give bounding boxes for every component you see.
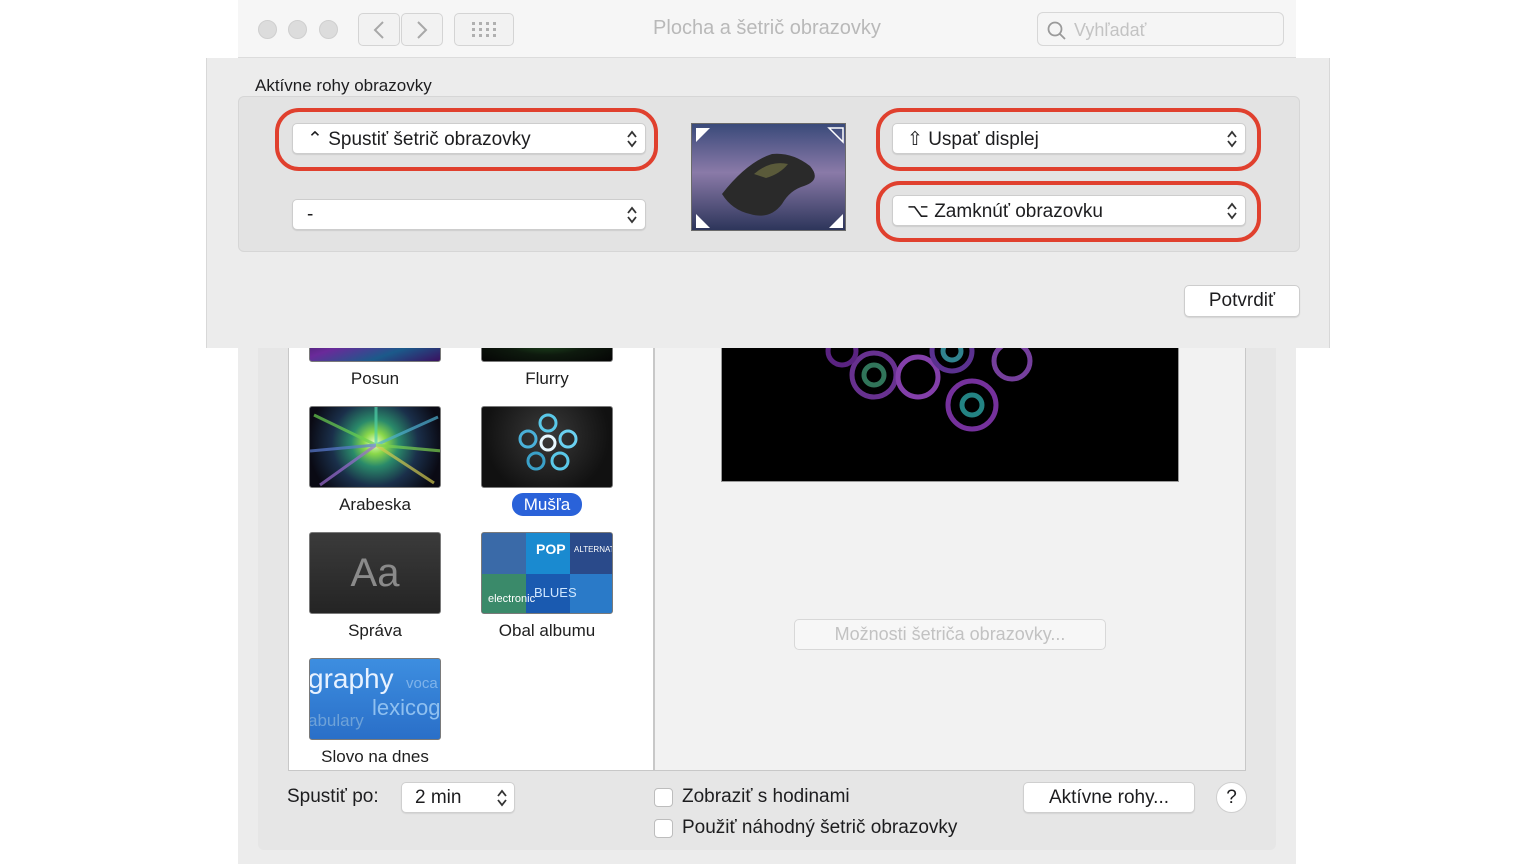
thumb-arabeska[interactable]: [309, 406, 441, 488]
island-wallpaper-icon: [692, 124, 845, 230]
start-after-value: 2 min: [415, 787, 462, 808]
screensaver-options-button[interactable]: Možnosti šetriča obrazovky...: [794, 619, 1106, 650]
shell-pattern-icon: [518, 413, 578, 471]
random-saver-label: Použiť náhodný šetrič obrazovky: [682, 817, 958, 838]
show-clock-row[interactable]: Zobraziť s hodinami: [654, 786, 850, 808]
bottom-left-action: -: [307, 204, 314, 225]
help-button[interactable]: ?: [1216, 782, 1247, 813]
hot-corners-sheet: Aktívne rohy obrazovky ⌃ Spustiť šetrič …: [206, 58, 1330, 348]
top-left-corner-popup[interactable]: ⌃ Spustiť šetrič obrazovky: [292, 123, 646, 154]
thumb-word-3: abulary: [309, 711, 364, 730]
shell-preview-icon: [825, 331, 1033, 432]
sheet-title: Aktívne rohy obrazovky: [255, 76, 432, 95]
shift-key-icon: ⇧: [907, 129, 923, 150]
label-arabeska: Arabeska: [339, 495, 411, 514]
hot-corners-button[interactable]: Aktívne rohy...: [1023, 782, 1195, 813]
bottom-right-corner-popup[interactable]: ⌥ Zamknúť obrazovku: [892, 195, 1246, 226]
label-slovo-na-dnes: Slovo na dnes: [321, 747, 429, 766]
thumb-sprava-text: Aa: [350, 550, 400, 595]
label-flurry: Flurry: [525, 369, 569, 388]
thumb-word-0: graphy: [309, 663, 394, 694]
label-obal-albumu: Obal albumu: [498, 621, 596, 640]
top-right-corner-popup[interactable]: ⇧ Uspať displej: [892, 123, 1246, 154]
arabeska-rays-icon: [310, 407, 440, 487]
thumb-slovo-na-dnes[interactable]: graphy voca lexicog abulary: [309, 658, 441, 740]
chevron-updown-icon: [497, 789, 507, 807]
chevron-updown-icon: [627, 206, 637, 224]
search-placeholder: Vyhľadať: [1074, 20, 1147, 40]
thumb-word-1: voca: [406, 675, 438, 692]
show-clock-label: Zobraziť s hodinami: [682, 786, 850, 807]
search-field[interactable]: Vyhľadať: [1037, 12, 1284, 46]
album-word-0: POP: [536, 541, 566, 557]
control-key-icon: ⌃: [307, 129, 323, 150]
title-bar: Plocha a šetrič obrazovky Vyhľadať: [238, 0, 1296, 58]
label-posun: Posun: [350, 369, 400, 388]
chevron-updown-icon: [1227, 130, 1237, 148]
album-word-3: electronic: [488, 593, 536, 605]
start-after-label: Spustiť po:: [287, 786, 379, 807]
bottom-left-corner-popup[interactable]: -: [292, 199, 646, 230]
random-saver-row[interactable]: Použiť náhodný šetrič obrazovky: [654, 817, 957, 839]
label-musla-selected: Mušľa: [461, 493, 633, 516]
bottom-right-action: Zamknúť obrazovku: [934, 201, 1103, 222]
label-sprava: Správa: [348, 621, 402, 640]
chevron-updown-icon: [627, 130, 637, 148]
thumb-word-2: lexicog: [372, 695, 441, 720]
show-clock-checkbox[interactable]: [654, 787, 673, 807]
confirm-button[interactable]: Potvrdiť: [1184, 285, 1300, 317]
search-icon: [1047, 21, 1066, 40]
chevron-updown-icon: [1227, 202, 1237, 220]
start-after-select[interactable]: 2 min: [401, 782, 515, 813]
option-key-icon: ⌥: [907, 201, 929, 222]
album-word-1: ALTERNATIVE: [574, 545, 612, 554]
thumb-obal-albumu[interactable]: POP ALTERNATIVE BLUES electronic: [481, 532, 613, 614]
corner-preview-image: [691, 123, 846, 231]
thumb-musla[interactable]: [481, 406, 613, 488]
album-word-2: BLUES: [534, 585, 577, 600]
thumb-sprava[interactable]: Aa: [309, 532, 441, 614]
screensaver-preview: [721, 330, 1179, 482]
random-saver-checkbox[interactable]: [654, 818, 673, 838]
top-right-action: Uspať displej: [928, 129, 1039, 150]
top-left-action: Spustiť šetrič obrazovky: [328, 129, 531, 150]
